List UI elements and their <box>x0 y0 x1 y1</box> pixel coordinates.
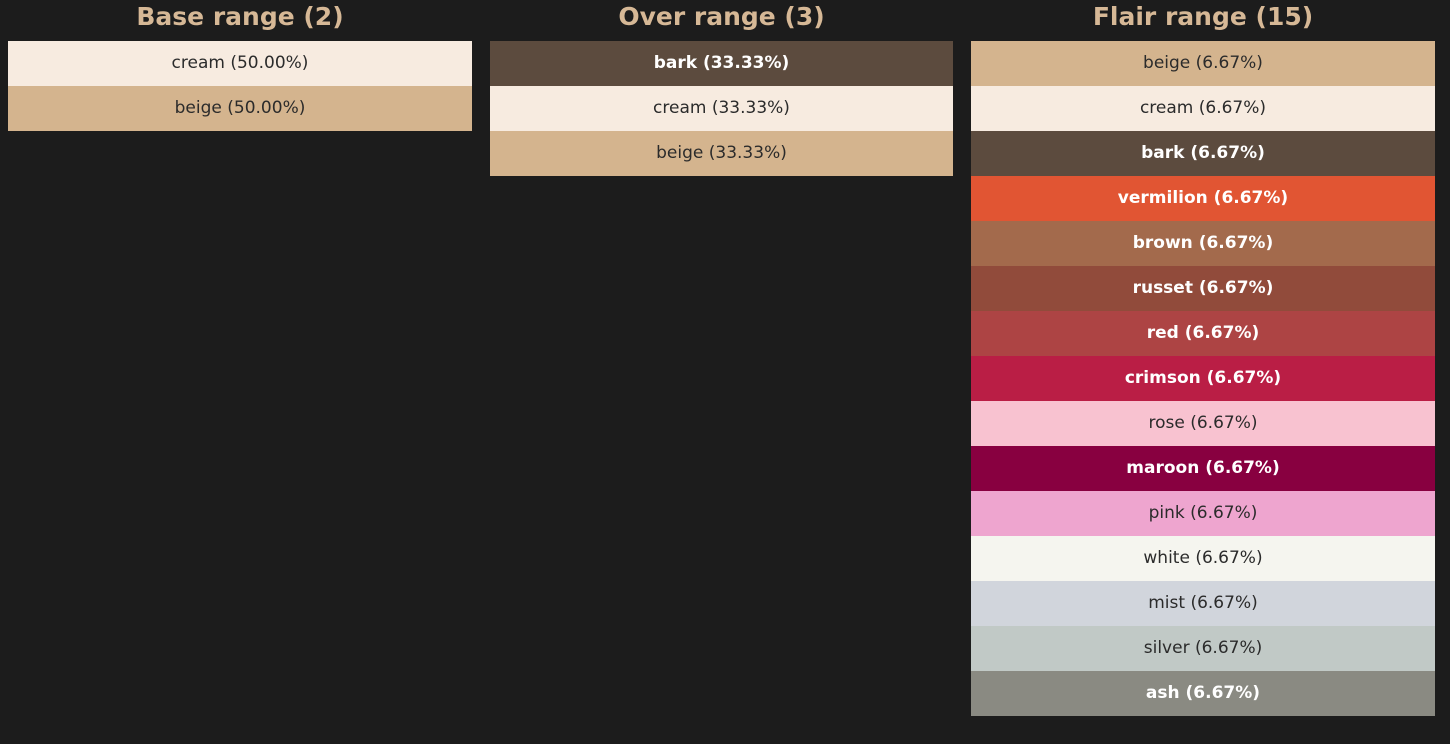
color-swatch: silver (6.67%) <box>971 626 1435 671</box>
color-swatch: beige (50.00%) <box>8 86 472 131</box>
flair-range-title: Flair range (15) <box>1092 2 1314 31</box>
flair-range-column: Flair range (15) beige (6.67%) cream (6.6… <box>971 0 1435 716</box>
color-swatch: russet (6.67%) <box>971 266 1435 311</box>
base-range-title: Base range (2) <box>136 2 344 31</box>
color-swatch: rose (6.67%) <box>971 401 1435 446</box>
color-swatch: maroon (6.67%) <box>971 446 1435 491</box>
color-swatch: vermilion (6.67%) <box>971 176 1435 221</box>
color-swatch: crimson (6.67%) <box>971 356 1435 401</box>
over-range-column: Over range (3) bark (33.33%) cream (33.33… <box>490 0 953 176</box>
color-swatch: cream (33.33%) <box>490 86 953 131</box>
over-range-swatches: bark (33.33%) cream (33.33%) beige (33.33%… <box>490 41 953 176</box>
color-swatch: cream (50.00%) <box>8 41 472 86</box>
color-swatch: beige (33.33%) <box>490 131 953 176</box>
flair-range-swatches: beige (6.67%) cream (6.67%) bark (6.67%) ve… <box>971 41 1435 716</box>
color-ranges: Base range (2) cream (50.00%) beige (50.0… <box>0 0 1450 744</box>
color-swatch: cream (6.67%) <box>971 86 1435 131</box>
color-swatch: brown (6.67%) <box>971 221 1435 266</box>
base-range-swatches: cream (50.00%) beige (50.00%) <box>8 41 472 131</box>
color-swatch: pink (6.67%) <box>971 491 1435 536</box>
color-swatch: beige (6.67%) <box>971 41 1435 86</box>
color-swatch: ash (6.67%) <box>971 671 1435 716</box>
color-swatch: white (6.67%) <box>971 536 1435 581</box>
color-swatch: bark (33.33%) <box>490 41 953 86</box>
color-swatch: mist (6.67%) <box>971 581 1435 626</box>
over-range-title: Over range (3) <box>618 2 825 31</box>
color-swatch: red (6.67%) <box>971 311 1435 356</box>
base-range-column: Base range (2) cream (50.00%) beige (50.0… <box>8 0 472 131</box>
color-swatch: bark (6.67%) <box>971 131 1435 176</box>
